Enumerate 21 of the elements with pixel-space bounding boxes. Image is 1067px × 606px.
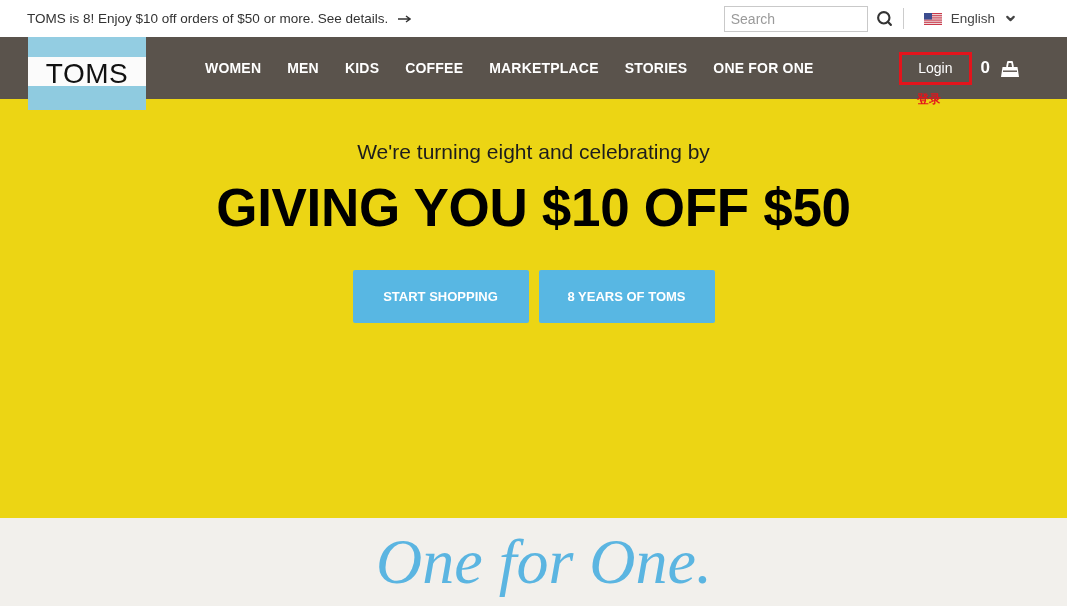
language-selector[interactable]: English: [921, 11, 1019, 26]
arrow-icon: [398, 14, 412, 23]
promo-link[interactable]: TOMS is 8! Enjoy $10 off orders of $50 or more. See details.: [27, 11, 412, 26]
logo[interactable]: TOMS: [28, 37, 146, 110]
nav-link[interactable]: MEN: [287, 60, 319, 76]
annotation-text: 登录: [917, 90, 942, 108]
cart-button[interactable]: 0: [980, 58, 1019, 78]
nav-link[interactable]: STORIES: [624, 60, 688, 76]
hero-headline: GIVING YOU $10 OFF $50: [216, 177, 851, 239]
nav-link[interactable]: KIDS: [344, 60, 380, 76]
shopping-bag-icon: [1001, 59, 1019, 77]
flag-icon: [923, 12, 942, 25]
nav-link[interactable]: WOMEN: [205, 60, 262, 76]
hero-intro: We're turning eight and celebrating by: [357, 139, 710, 165]
tagline: One for One.: [375, 525, 713, 599]
login-button[interactable]: Login: [899, 51, 972, 85]
nav-link[interactable]: COFFEE: [405, 60, 464, 76]
search-icon: [875, 10, 893, 27]
nav-link[interactable]: MARKETPLACE: [489, 60, 599, 76]
search-field[interactable]: Search: [723, 5, 868, 32]
nav-link[interactable]: ONE FOR ONE: [713, 60, 814, 76]
